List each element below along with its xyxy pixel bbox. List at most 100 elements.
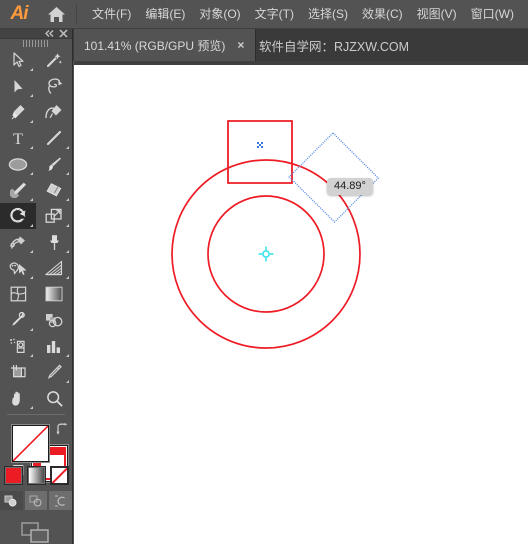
flyout-indicator bbox=[30, 276, 33, 280]
paintbrush-tool[interactable] bbox=[36, 151, 72, 177]
source-square-path bbox=[227, 120, 293, 184]
canvas-area[interactable]: 44.89° bbox=[74, 61, 528, 544]
lasso-tool[interactable] bbox=[36, 73, 72, 99]
flyout-indicator bbox=[66, 354, 69, 358]
tools-panel-grip[interactable] bbox=[0, 39, 72, 47]
draw-behind-icon bbox=[29, 495, 42, 506]
draw-inside-icon bbox=[54, 495, 65, 506]
screen-mode-icon bbox=[21, 522, 49, 543]
flyout-indicator bbox=[66, 146, 69, 150]
none-mode-button[interactable] bbox=[49, 466, 69, 485]
illustrator-window: Ai 文件(F) 编辑(E) 对象(O) 文字(T) 选择(S) 效果(C) 视… bbox=[0, 0, 528, 544]
flyout-indicator bbox=[66, 224, 69, 228]
flyout-indicator bbox=[30, 146, 33, 150]
color-mode-button[interactable] bbox=[3, 466, 23, 485]
flyout-indicator bbox=[30, 94, 33, 98]
menu-select[interactable]: 选择(S) bbox=[301, 4, 355, 24]
pen-tool[interactable] bbox=[0, 99, 36, 125]
slice-tool[interactable] bbox=[36, 359, 72, 385]
zoom-tool[interactable] bbox=[36, 385, 72, 411]
paint-mode-row bbox=[0, 466, 72, 485]
tools-panel: T bbox=[0, 29, 73, 544]
none-slash-icon bbox=[51, 468, 67, 483]
app-logo: Ai bbox=[10, 3, 29, 24]
symbol-sprayer-tool[interactable] bbox=[0, 333, 36, 359]
site-watermark: 软件自学网：RJZXW.COM bbox=[259, 39, 409, 54]
hand-tool[interactable] bbox=[0, 385, 36, 411]
flyout-indicator bbox=[66, 276, 69, 280]
draw-behind-button[interactable] bbox=[24, 491, 48, 510]
selection-tool[interactable] bbox=[0, 47, 36, 73]
flyout-indicator bbox=[30, 224, 33, 228]
menubar-divider bbox=[76, 4, 77, 24]
flyout-indicator bbox=[30, 68, 33, 72]
flyout-indicator bbox=[30, 172, 33, 176]
menu-view[interactable]: 视图(V) bbox=[410, 4, 464, 24]
flyout-indicator bbox=[30, 406, 33, 410]
rotation-anchor-point bbox=[258, 246, 274, 262]
direct-selection-tool[interactable] bbox=[0, 73, 36, 99]
line-segment-tool[interactable] bbox=[36, 125, 72, 151]
solid-color-icon bbox=[5, 468, 21, 483]
flyout-indicator bbox=[66, 198, 69, 202]
document-tab-bar: 101.41% (RGB/GPU 预览) × 软件自学网：RJZXW.COM bbox=[0, 29, 528, 61]
curvature-tool[interactable] bbox=[36, 99, 72, 125]
shape-builder-tool[interactable] bbox=[0, 255, 36, 281]
artboard-tool[interactable] bbox=[0, 359, 36, 385]
swap-fill-stroke-icon[interactable] bbox=[55, 422, 68, 440]
menu-effect[interactable]: 效果(C) bbox=[355, 4, 410, 24]
tools-panel-header bbox=[0, 29, 72, 39]
draw-inside-button[interactable] bbox=[49, 491, 73, 510]
flyout-indicator bbox=[66, 380, 69, 384]
menu-bar: Ai 文件(F) 编辑(E) 对象(O) 文字(T) 选择(S) 效果(C) 视… bbox=[0, 0, 528, 29]
width-tool[interactable] bbox=[0, 229, 36, 255]
menu-type[interactable]: 文字(T) bbox=[248, 4, 301, 24]
flyout-indicator bbox=[30, 328, 33, 332]
menu-file[interactable]: 文件(F) bbox=[85, 4, 138, 24]
magic-wand-tool[interactable] bbox=[36, 47, 72, 73]
flyout-indicator bbox=[30, 354, 33, 358]
type-tool[interactable]: T bbox=[0, 125, 36, 151]
menu-items: 文件(F) 编辑(E) 对象(O) 文字(T) 选择(S) 效果(C) 视图(V… bbox=[85, 4, 521, 24]
flyout-indicator bbox=[30, 198, 33, 202]
flyout-indicator bbox=[30, 250, 33, 254]
menu-edit[interactable]: 编辑(E) bbox=[138, 4, 192, 24]
svg-text:T: T bbox=[13, 131, 23, 146]
column-graph-tool[interactable] bbox=[36, 333, 72, 359]
menu-object[interactable]: 对象(O) bbox=[192, 4, 247, 24]
draw-normal-button[interactable] bbox=[0, 491, 23, 510]
change-screen-mode-button[interactable] bbox=[0, 522, 72, 544]
draw-mode-row bbox=[0, 491, 73, 510]
mesh-tool[interactable] bbox=[0, 281, 36, 307]
blend-tool[interactable] bbox=[36, 307, 72, 333]
scale-tool[interactable] bbox=[36, 203, 72, 229]
gradient-mode-button[interactable] bbox=[26, 466, 46, 485]
rotate-tool[interactable] bbox=[0, 203, 36, 230]
collapse-panel-icon[interactable] bbox=[45, 30, 54, 37]
home-icon[interactable] bbox=[38, 0, 74, 29]
flyout-indicator bbox=[66, 250, 69, 254]
tool-grid: T bbox=[0, 47, 72, 411]
rotate-cursor-mark bbox=[257, 142, 263, 148]
shaper-tool[interactable] bbox=[0, 177, 36, 203]
fill-swatch[interactable] bbox=[12, 424, 49, 462]
document-tab[interactable]: 101.41% (RGB/GPU 预览) × bbox=[74, 29, 257, 61]
menu-window[interactable]: 窗口(W) bbox=[464, 4, 521, 24]
gradient-tool[interactable] bbox=[36, 281, 72, 307]
document-tab-label: 101.41% (RGB/GPU 预览) bbox=[84, 38, 226, 53]
draw-normal-icon bbox=[4, 495, 17, 506]
free-transform-tool[interactable] bbox=[36, 229, 72, 255]
close-icon[interactable]: × bbox=[234, 38, 247, 52]
eraser-tool[interactable] bbox=[36, 177, 72, 203]
fill-stroke-controls bbox=[0, 419, 72, 482]
artwork-svg bbox=[171, 120, 380, 349]
eyedropper-tool[interactable] bbox=[0, 307, 36, 333]
flyout-indicator bbox=[66, 172, 69, 176]
ellipse-tool[interactable] bbox=[0, 151, 36, 177]
inner-circle-path bbox=[207, 195, 325, 313]
close-panel-icon[interactable] bbox=[59, 29, 68, 38]
perspective-grid-tool[interactable] bbox=[36, 255, 72, 281]
gradient-icon bbox=[28, 468, 44, 483]
flyout-indicator bbox=[30, 120, 33, 124]
toolpanel-divider bbox=[7, 414, 65, 415]
